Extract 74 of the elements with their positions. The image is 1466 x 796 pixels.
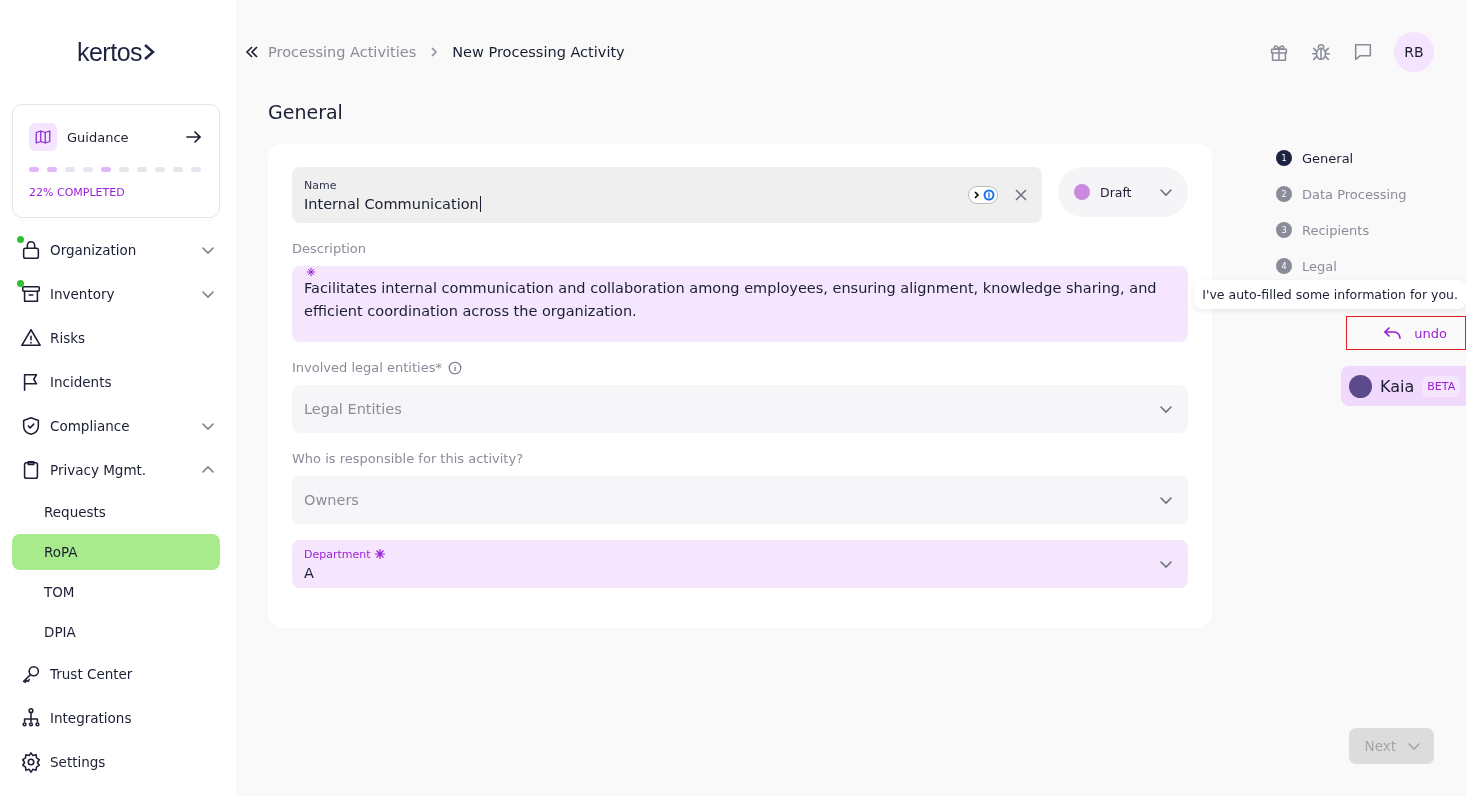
- step-label: Data Processing: [1302, 186, 1407, 202]
- settings-icon: [20, 751, 42, 773]
- nav-label: Organization: [50, 242, 138, 258]
- bug-icon[interactable]: [1310, 41, 1332, 63]
- nav-label: Incidents: [50, 374, 113, 390]
- close-icon[interactable]: [1014, 188, 1028, 202]
- undo-icon: [1384, 326, 1403, 340]
- field-label: Involved legal entities*: [292, 360, 1188, 375]
- step-number: 3: [1276, 222, 1292, 238]
- step-label: Recipients: [1302, 222, 1370, 238]
- assistant-tooltip: I've auto-filled some information for you.: [1194, 280, 1466, 309]
- key-icon: [20, 663, 42, 685]
- warning-icon: [20, 327, 42, 349]
- field-label: Who is responsible for this activity?: [292, 451, 525, 466]
- nav-item[interactable]: Trust Center: [12, 652, 220, 696]
- lock-icon: [20, 239, 42, 261]
- nav-label: Settings: [50, 754, 107, 770]
- nav-item[interactable]: Privacy Mgmt.: [12, 448, 220, 492]
- shield-check-icon: [20, 415, 42, 437]
- field-label: Department: [304, 547, 1158, 561]
- nav-item[interactable]: Compliance: [12, 404, 220, 448]
- nav-label: Compliance: [50, 418, 131, 434]
- field-value: A: [304, 564, 315, 581]
- nav-item[interactable]: Settings: [12, 740, 220, 784]
- archive-box-icon: [20, 283, 42, 305]
- field-value: Internal Communication: [304, 195, 481, 212]
- chevron-logo-icon: [143, 43, 156, 61]
- nav-subitem[interactable]: RoPA: [12, 534, 220, 570]
- nav-item[interactable]: Integrations: [12, 696, 220, 740]
- nav-subitem[interactable]: TOM: [12, 574, 220, 610]
- department-dropdown[interactable]: Department A: [292, 540, 1188, 588]
- nav-label: Integrations: [50, 710, 133, 726]
- nav-label: Inventory: [50, 286, 116, 302]
- undo-button[interactable]: undo: [1346, 316, 1466, 350]
- step-number: 1: [1276, 150, 1292, 166]
- nav-subitem[interactable]: Requests: [12, 494, 220, 530]
- assistant-name: Kaia: [1380, 376, 1415, 396]
- stepper-item[interactable]: 1 General: [1212, 140, 1466, 176]
- step-label: General: [1302, 150, 1354, 166]
- step-number: 4: [1276, 258, 1292, 274]
- map-icon: [29, 123, 57, 151]
- sparkle-icon: [306, 267, 316, 277]
- collapse-sidebar-icon[interactable]: [245, 45, 259, 59]
- field-value: Facilitates internal communication and collaboration among employees, ensuring alignment, knowledge sharing, and efficient coordination across the organization.: [304, 280, 1157, 319]
- sparkle-icon: [373, 548, 386, 560]
- beta-badge: BETA: [1422, 375, 1461, 397]
- nav-subitem[interactable]: DPIA: [12, 614, 220, 650]
- password-manager-icon[interactable]: [968, 186, 998, 204]
- logo-text: kertos: [76, 37, 143, 67]
- nav-item[interactable]: Risks: [12, 316, 220, 360]
- assistant-button[interactable]: Kaia BETA: [1341, 366, 1466, 406]
- user-avatar[interactable]: RB: [1394, 32, 1434, 72]
- nav-item[interactable]: Inventory: [12, 272, 220, 316]
- status-dropdown[interactable]: Draft: [1058, 167, 1188, 217]
- nav-label: Privacy Mgmt.: [50, 462, 148, 478]
- section-heading: General: [268, 104, 344, 124]
- field-label: Name: [304, 178, 338, 192]
- guidance-card[interactable]: Guidance 22% COMPLETED: [12, 104, 220, 218]
- nav-label: Risks: [50, 330, 86, 346]
- guidance-title: Guidance: [67, 129, 130, 145]
- arrow-right-icon[interactable]: [185, 128, 203, 146]
- breadcrumb-item: New Processing Activity: [452, 44, 625, 60]
- avatar: [1349, 374, 1372, 398]
- description-field[interactable]: Facilitates internal communication and collaboration among employees, ensuring alignment, knowledge sharing, and efficient coordination across the organization.: [292, 266, 1188, 342]
- hierarchy-icon: [20, 707, 42, 729]
- nav-item[interactable]: Organization: [12, 228, 220, 272]
- step-number: 2: [1276, 186, 1292, 202]
- field-label: Description: [292, 241, 368, 256]
- nav-item[interactable]: Incidents: [12, 360, 220, 404]
- name-field[interactable]: Name Internal Communication: [292, 167, 1042, 223]
- nav-label: Trust Center: [50, 666, 134, 682]
- chat-icon[interactable]: [1352, 41, 1374, 63]
- progress-label: 22% COMPLETED: [29, 186, 126, 199]
- step-label: Legal: [1302, 258, 1337, 274]
